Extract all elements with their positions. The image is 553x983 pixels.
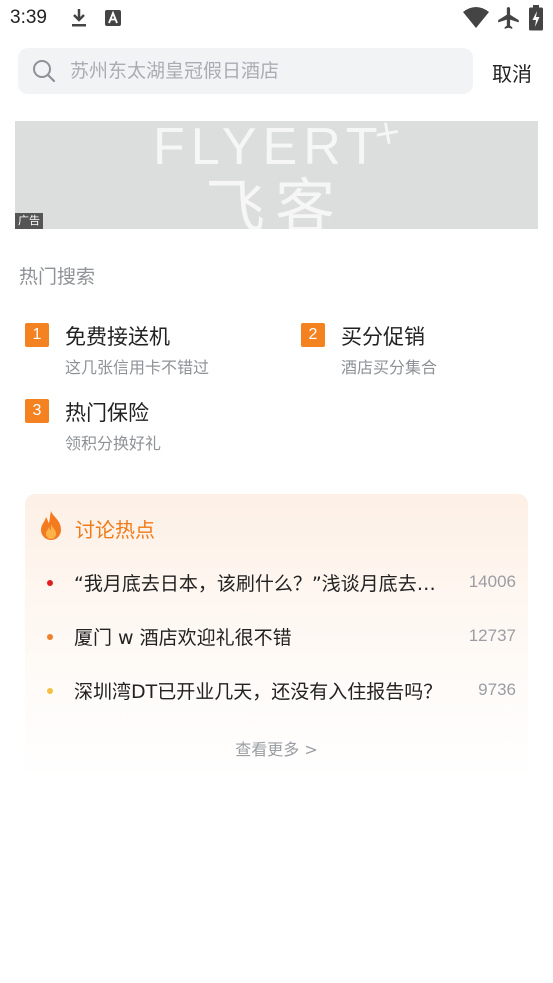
hot-search-title-text: 免费接送机: [65, 325, 170, 349]
bullet-dot: [47, 688, 53, 694]
discussion-item-count: 12737: [468, 626, 516, 645]
battery-charging-icon: [529, 5, 543, 31]
font-app-icon: [105, 10, 121, 26]
discussion-title: 讨论热点: [75, 518, 155, 542]
rank-badge: 1: [25, 323, 49, 347]
hot-search-title: 热门搜索: [19, 266, 96, 288]
search-box[interactable]: [18, 48, 473, 94]
hot-search-subtitle: 这几张信用卡不错过: [65, 358, 210, 377]
ad-logo-text: FLYERT: [153, 121, 384, 176]
search-icon: [33, 60, 56, 83]
bullet-dot: [47, 580, 53, 586]
discussion-item-count: 9736: [478, 680, 516, 699]
flame-icon: [41, 511, 61, 540]
hot-search-title-text: 热门保险: [65, 401, 149, 425]
search-input[interactable]: [70, 48, 460, 94]
hot-search-subtitle: 领积分换好礼: [65, 434, 162, 453]
hot-search-item-1[interactable]: 1 免费接送机 这几张信用卡不错过: [25, 321, 265, 381]
discussion-card: 讨论热点 “我月底去日本，该刷什么？”浅谈月底去日本该刷什么卡 14006 厦门…: [25, 494, 528, 780]
download-icon: [72, 9, 86, 27]
wifi-icon: [463, 7, 489, 28]
status-time: 3:39: [10, 7, 47, 28]
discussion-item-text: 厦门 w 酒店欢迎礼很不错: [74, 627, 292, 649]
hot-search-item-2[interactable]: 2 买分促销 酒店买分集合: [301, 321, 541, 381]
hot-search-subtitle: 酒店买分集合: [341, 358, 438, 377]
cancel-button[interactable]: 取消: [492, 58, 532, 87]
discussion-item[interactable]: 深圳湾DT已开业几天，还没有入住报告吗？ 9736: [25, 672, 528, 712]
ad-banner[interactable]: FLYERT + 飞客 广告: [15, 121, 538, 229]
discussion-item-text: “我月底去日本，该刷什么？”浅谈月底去日本该刷什么卡: [74, 573, 450, 595]
discussion-item-count: 14006: [468, 572, 516, 591]
discussion-item-text: 深圳湾DT已开业几天，还没有入住报告吗？: [74, 681, 443, 703]
rank-badge: 2: [301, 323, 325, 347]
discussion-item[interactable]: 厦门 w 酒店欢迎礼很不错 12737: [25, 618, 528, 658]
ad-logo-plus: +: [369, 121, 405, 156]
hot-search-item-3[interactable]: 3 热门保险 领积分换好礼: [25, 397, 265, 457]
ad-badge: 广告: [15, 213, 43, 229]
airplane-icon: [498, 7, 519, 29]
rank-badge: 3: [25, 399, 49, 423]
ad-logo-chinese: 飞客: [205, 173, 345, 229]
hot-search-title-text: 买分促销: [341, 325, 425, 349]
view-more-link[interactable]: 查看更多 >: [25, 736, 528, 760]
bullet-dot: [47, 634, 53, 640]
status-bar: 3:39: [0, 0, 553, 38]
discussion-item[interactable]: “我月底去日本，该刷什么？”浅谈月底去日本该刷什么卡 14006: [25, 564, 528, 604]
